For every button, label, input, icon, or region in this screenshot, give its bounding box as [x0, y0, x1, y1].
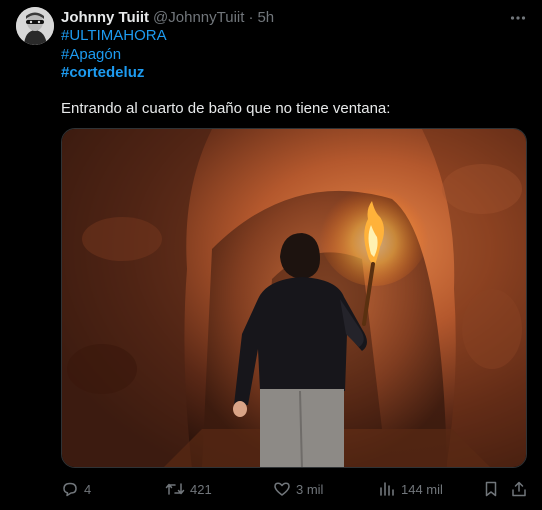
like-count: 3 mil — [296, 481, 324, 497]
hashtag-list: #ULTIMAHORA #Apagón #cortedeluz — [61, 27, 167, 83]
bookmark-icon — [482, 480, 500, 498]
tweet-actions: 4 421 3 mil 144 mil — [61, 478, 530, 500]
repost-icon — [165, 480, 185, 498]
share-icon — [510, 480, 528, 498]
user-handle[interactable]: @JohnnyTuiit — [153, 9, 244, 26]
bookmark-button[interactable] — [482, 478, 500, 500]
like-button[interactable]: 3 mil — [273, 478, 323, 500]
hashtag-link[interactable]: #ULTIMAHORA — [61, 27, 167, 46]
reply-button[interactable]: 4 — [61, 478, 91, 500]
like-icon — [273, 480, 291, 498]
tweet-text: Entrando al cuarto de baño que no tiene … — [61, 100, 391, 117]
tweet-image[interactable] — [61, 128, 527, 468]
hashtag-link[interactable]: #Apagón — [61, 46, 167, 65]
reply-count: 4 — [84, 481, 92, 497]
share-button[interactable] — [510, 478, 528, 500]
display-name[interactable]: Johnny Tuiit — [61, 9, 149, 26]
more-icon[interactable] — [508, 8, 528, 28]
views-button[interactable]: 144 mil — [378, 478, 443, 500]
repost-button[interactable]: 421 — [165, 478, 212, 500]
views-icon — [378, 480, 396, 498]
hashtag-link[interactable]: #cortedeluz — [61, 64, 167, 83]
timestamp[interactable]: 5h — [257, 9, 274, 26]
separator-dot: · — [248, 8, 254, 26]
reply-icon — [61, 480, 79, 498]
tweet-header: Johnny Tuiit @JohnnyTuiit · 5h — [61, 7, 502, 27]
avatar[interactable] — [16, 7, 54, 45]
repost-count: 421 — [190, 481, 212, 497]
cave-torch-photo — [62, 129, 526, 467]
views-count: 144 mil — [401, 481, 443, 497]
tweet[interactable]: Johnny Tuiit @JohnnyTuiit · 5h #ULTIMAHO… — [0, 0, 542, 510]
